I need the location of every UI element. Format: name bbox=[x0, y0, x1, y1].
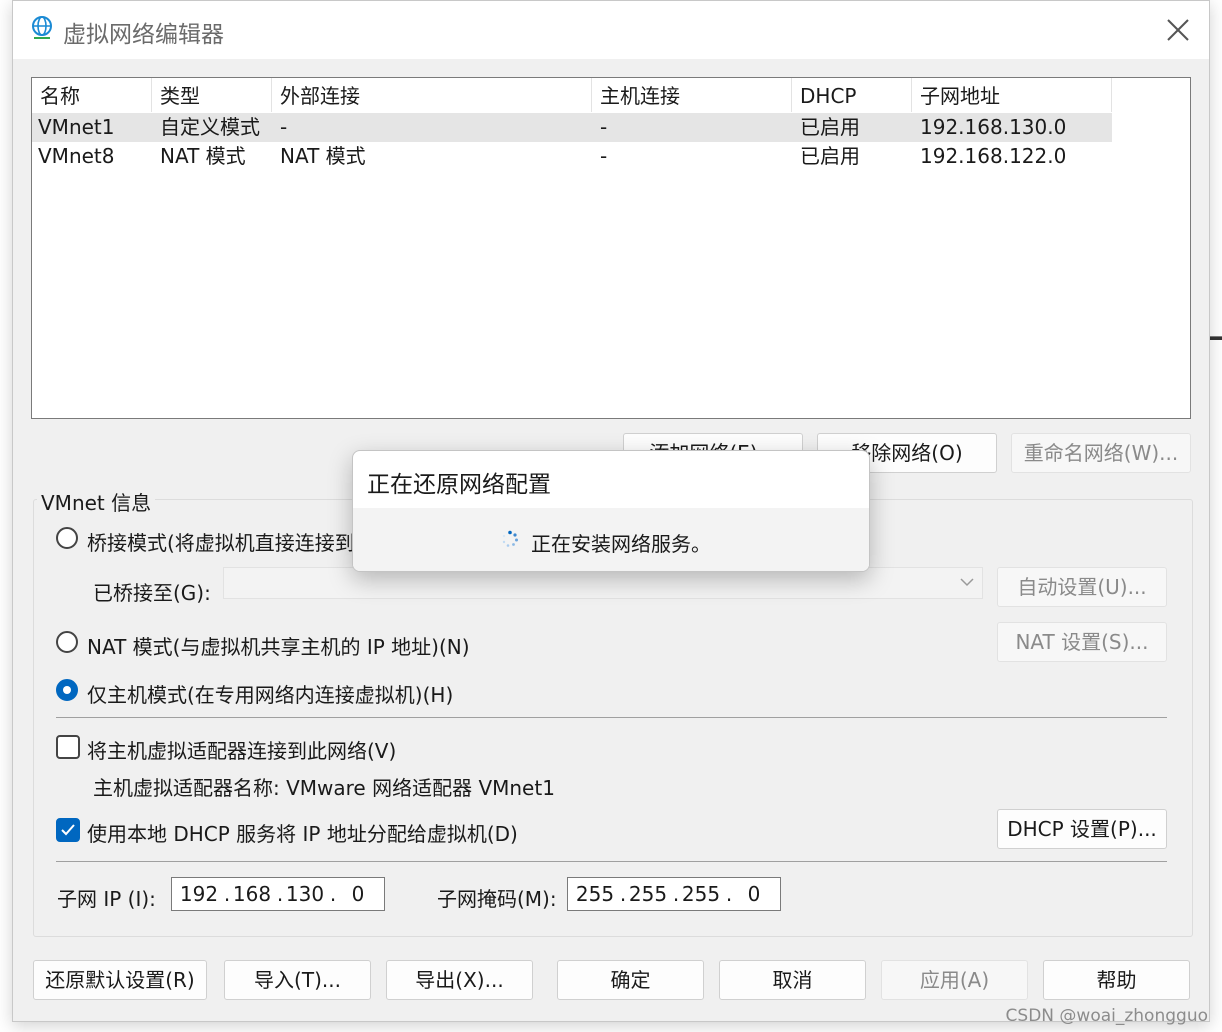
window-title: 虚拟网络编辑器 bbox=[63, 22, 224, 48]
column-header-name[interactable]: 名称 bbox=[32, 78, 152, 112]
network-list[interactable]: 名称 类型 外部连接 主机连接 DHCP 子网地址 VMnet1 自定义模式 -… bbox=[31, 77, 1191, 419]
dhcp-settings-button[interactable]: DHCP 设置(P)... bbox=[997, 809, 1167, 849]
mask-octet: 255 bbox=[628, 882, 668, 906]
host-only-mode-label[interactable]: 仅主机模式(在专用网络内连接虚拟机)(H) bbox=[87, 679, 453, 708]
use-dhcp-label[interactable]: 使用本地 DHCP 服务将 IP 地址分配给虚拟机(D) bbox=[87, 818, 518, 847]
cell-host: - bbox=[600, 144, 608, 168]
divider bbox=[56, 717, 1167, 718]
cell-external: - bbox=[280, 115, 288, 139]
cell-subnet: 192.168.122.0 bbox=[920, 144, 1067, 168]
subnet-ip-label: 子网 IP (I): bbox=[57, 887, 156, 911]
connect-adapter-label[interactable]: 将主机虚拟适配器连接到此网络(V) bbox=[87, 735, 396, 764]
subnet-mask-label: 子网掩码(M): bbox=[437, 887, 557, 911]
ok-button[interactable]: 确定 bbox=[557, 960, 704, 1000]
nat-mode-radio[interactable] bbox=[56, 631, 78, 653]
connect-adapter-checkbox[interactable] bbox=[56, 735, 80, 759]
cell-type: NAT 模式 bbox=[160, 144, 246, 168]
title-bar: 虚拟网络编辑器 bbox=[13, 1, 1209, 59]
vmnet-info-label: VMnet 信息 bbox=[37, 487, 156, 516]
mask-octet: 255 bbox=[575, 882, 615, 906]
subnet-mask-input[interactable]: 255 . 255 . 255 . 0 bbox=[567, 877, 781, 911]
auto-settings-button[interactable]: 自动设置(U)... bbox=[997, 567, 1167, 607]
apply-button[interactable]: 应用(A) bbox=[881, 960, 1028, 1000]
bridged-mode-label[interactable]: 桥接模式(将虚拟机直接连接到 bbox=[87, 527, 355, 556]
ip-octet: 192 bbox=[179, 882, 219, 906]
subnet-ip-input[interactable]: 192 . 168 . 130 . 0 bbox=[171, 877, 385, 911]
dialog-body: 正在安装网络服务。 bbox=[353, 508, 869, 571]
cancel-button[interactable]: 取消 bbox=[719, 960, 866, 1000]
cell-subnet: 192.168.130.0 bbox=[920, 115, 1067, 139]
import-button[interactable]: 导入(T)... bbox=[224, 960, 371, 1000]
restore-defaults-button[interactable]: 还原默认设置(R) bbox=[33, 960, 207, 1000]
rename-network-button[interactable]: 重命名网络(W)... bbox=[1011, 433, 1191, 473]
use-dhcp-checkbox[interactable] bbox=[56, 818, 80, 842]
adapter-name-text: 主机虚拟适配器名称: VMware 网络适配器 VMnet1 bbox=[93, 776, 555, 800]
background-window-fragment: ⅃ bbox=[1208, 300, 1222, 351]
cell-name: VMnet8 bbox=[38, 144, 115, 168]
divider bbox=[56, 861, 1167, 862]
mask-octet: 0 bbox=[747, 882, 761, 906]
bridged-mode-radio[interactable] bbox=[56, 527, 78, 549]
nat-mode-label[interactable]: NAT 模式(与虚拟机共享主机的 IP 地址)(N) bbox=[87, 631, 470, 660]
column-header-host[interactable]: 主机连接 bbox=[592, 78, 792, 112]
cell-dhcp: 已启用 bbox=[800, 115, 860, 139]
ip-octet: 130 bbox=[285, 882, 325, 906]
cell-name: VMnet1 bbox=[38, 115, 115, 139]
spinner-icon bbox=[502, 530, 518, 547]
help-button[interactable]: 帮助 bbox=[1043, 960, 1190, 1000]
dialog-title: 正在还原网络配置 bbox=[367, 472, 551, 498]
table-row[interactable]: VMnet8 NAT 模式 NAT 模式 - 已启用 192.168.122.0 bbox=[32, 142, 1112, 171]
ip-octet: 168 bbox=[232, 882, 272, 906]
cell-type: 自定义模式 bbox=[160, 115, 260, 139]
bridged-to-label: 已桥接至(G): bbox=[93, 581, 211, 605]
host-only-mode-radio[interactable] bbox=[56, 679, 78, 701]
ip-octet: 0 bbox=[351, 882, 365, 906]
column-header-type[interactable]: 类型 bbox=[152, 78, 272, 112]
export-button[interactable]: 导出(X)... bbox=[386, 960, 533, 1000]
chevron-down-icon bbox=[960, 578, 974, 587]
dialog-message: 正在安装网络服务。 bbox=[531, 532, 711, 556]
nat-settings-button[interactable]: NAT 设置(S)... bbox=[997, 622, 1167, 662]
table-row[interactable]: VMnet1 自定义模式 - - 已启用 192.168.130.0 bbox=[32, 113, 1112, 142]
column-header-external[interactable]: 外部连接 bbox=[272, 78, 592, 112]
checkmark-icon bbox=[61, 824, 75, 836]
watermark: CSDN @woai_zhongguo bbox=[1005, 1006, 1208, 1026]
cell-external: NAT 模式 bbox=[280, 144, 366, 168]
mask-octet: 255 bbox=[681, 882, 721, 906]
globe-icon bbox=[32, 16, 52, 39]
restore-progress-dialog: 正在还原网络配置 正在安装网络服务。 bbox=[352, 450, 870, 572]
column-header-subnet[interactable]: 子网地址 bbox=[912, 78, 1112, 112]
close-icon[interactable] bbox=[1165, 17, 1191, 43]
column-header-dhcp[interactable]: DHCP bbox=[792, 78, 912, 112]
cell-dhcp: 已启用 bbox=[800, 144, 860, 168]
cell-host: - bbox=[600, 115, 608, 139]
